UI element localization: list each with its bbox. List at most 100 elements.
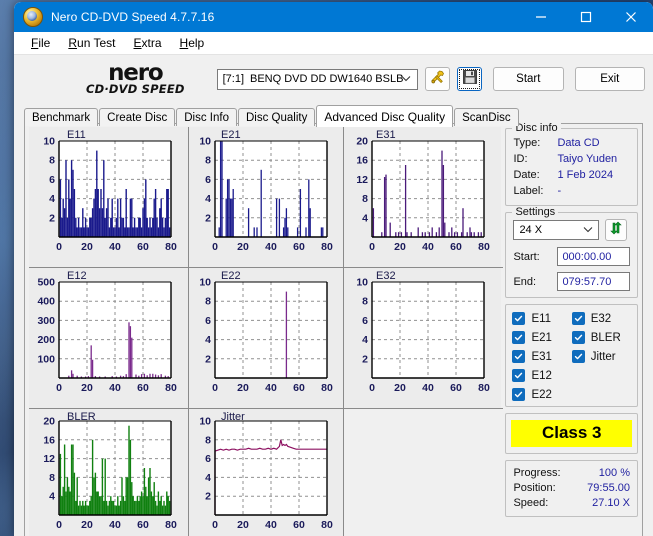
menu-bar: File Run Test Extra Help xyxy=(14,32,653,55)
right-panel: Disc info Type: Data CD ID: Taiyo Yuden … xyxy=(503,122,642,536)
checkbox-e22[interactable]: E22 xyxy=(512,388,571,401)
menu-extra[interactable]: Extra xyxy=(125,34,171,52)
chart-e12-title: E12 xyxy=(67,270,87,282)
svg-text:60: 60 xyxy=(137,519,149,531)
exit-button[interactable]: Exit xyxy=(574,67,645,91)
svg-text:2: 2 xyxy=(205,491,211,503)
check-icon xyxy=(571,331,585,344)
checkbox-e31-label: E31 xyxy=(531,350,552,363)
start-field-label: Start: xyxy=(513,250,540,263)
check-icon xyxy=(512,388,526,401)
chart-jitter-plot: 0 20 40 60 80 2 4 6 8 10 xyxy=(189,409,343,536)
chevron-down-icon xyxy=(583,224,593,236)
svg-text:80: 80 xyxy=(478,241,490,253)
checkbox-jitter[interactable]: Jitter xyxy=(571,350,631,363)
save-button[interactable] xyxy=(457,67,483,91)
svg-text:10: 10 xyxy=(43,136,55,148)
checkbox-e11[interactable]: E11 xyxy=(512,312,571,325)
svg-text:60: 60 xyxy=(137,382,149,394)
checkbox-bler[interactable]: BLER xyxy=(571,331,631,344)
chevron-down-icon xyxy=(401,73,411,85)
svg-text:2: 2 xyxy=(49,212,55,224)
chart-row-1: E11 0 20 40 60 80 2 4 6 8 10 E21 0 20 40 60 80 2 4 6 8 10 … xyxy=(29,127,504,268)
drive-select-combobox[interactable]: [7:1] BENQ DVD DD DW1640 BSLB xyxy=(216,68,419,90)
maximize-icon[interactable] xyxy=(563,2,608,32)
tab-scandisc[interactable]: ScanDisc xyxy=(454,108,519,126)
check-icon xyxy=(512,331,526,344)
svg-text:20: 20 xyxy=(356,136,368,148)
chart-e22-plot: 0 20 40 60 80 2 4 6 8 10 xyxy=(189,268,343,408)
svg-text:60: 60 xyxy=(450,241,462,253)
status-position-value: 79:55.00 xyxy=(587,482,630,494)
menu-help[interactable]: Help xyxy=(171,34,214,52)
chart-bler: BLER 0 20 40 60 80 4 8 12 16 20 xyxy=(29,409,189,536)
tab-benchmark[interactable]: Benchmark xyxy=(24,108,99,126)
chart-e32: E32 0 20 40 60 80 2 4 6 8 10 xyxy=(344,268,501,408)
tab-create-disc[interactable]: Create Disc xyxy=(99,108,176,126)
check-icon xyxy=(571,350,585,363)
end-field-label: End: xyxy=(513,275,537,288)
menu-run-test[interactable]: Run Test xyxy=(59,34,124,52)
checkbox-e21-label: E21 xyxy=(531,331,552,344)
svg-text:20: 20 xyxy=(394,241,406,253)
start-field-input[interactable]: 000:00.00 xyxy=(557,247,630,266)
svg-text:0: 0 xyxy=(56,519,62,531)
speed-combobox[interactable]: 24 X xyxy=(513,220,600,240)
svg-text:8: 8 xyxy=(49,155,55,167)
svg-text:20: 20 xyxy=(237,382,249,394)
disc-info-group: Disc info Type: Data CD ID: Taiyo Yuden … xyxy=(505,122,638,206)
svg-text:60: 60 xyxy=(450,382,462,394)
start-button[interactable]: Start xyxy=(493,67,564,91)
svg-text:12: 12 xyxy=(43,453,55,465)
metrics-checkbox-column-2: E32 BLER Jitter xyxy=(571,312,631,401)
menu-file[interactable]: File xyxy=(22,34,59,52)
checkbox-e21[interactable]: E21 xyxy=(512,331,571,344)
chart-e31-title: E31 xyxy=(376,129,396,141)
nero-logo-wordmark: nero xyxy=(108,59,164,86)
svg-text:4: 4 xyxy=(205,472,211,484)
settings-legend: Settings xyxy=(512,206,559,218)
check-icon xyxy=(512,312,526,325)
window-controls xyxy=(518,2,653,32)
svg-text:4: 4 xyxy=(362,334,368,346)
svg-text:4: 4 xyxy=(362,212,368,224)
chart-e22-title: E22 xyxy=(221,270,241,282)
status-position-row: Position: 79:55.00 xyxy=(513,481,630,496)
check-icon xyxy=(512,350,526,363)
chart-e31-plot: 0 20 40 60 80 4 8 12 16 20 xyxy=(344,127,501,267)
tab-disc-info-label: Disc Info xyxy=(184,111,229,124)
svg-text:20: 20 xyxy=(81,519,93,531)
metrics-checkbox-column-1: E11 E21 E31 E12 E22 xyxy=(512,312,571,401)
chart-e11-title: E11 xyxy=(67,129,86,141)
checkbox-e22-label: E22 xyxy=(531,388,552,401)
svg-text:20: 20 xyxy=(43,416,55,428)
svg-text:80: 80 xyxy=(165,519,177,531)
svg-text:60: 60 xyxy=(137,241,149,253)
checkbox-e11-label: E11 xyxy=(531,312,552,325)
svg-text:0: 0 xyxy=(56,241,62,253)
close-icon[interactable] xyxy=(608,2,653,32)
checkbox-e32[interactable]: E32 xyxy=(571,312,631,325)
svg-text:0: 0 xyxy=(212,241,218,253)
svg-text:40: 40 xyxy=(109,241,121,253)
checkbox-e31[interactable]: E31 xyxy=(512,350,571,363)
svg-text:500: 500 xyxy=(37,277,55,289)
tab-disc-info[interactable]: Disc Info xyxy=(176,108,237,126)
disc-info-date-label: Date: xyxy=(513,169,540,181)
minimize-icon[interactable] xyxy=(518,2,563,32)
tab-disc-quality[interactable]: Disc Quality xyxy=(238,108,316,126)
end-field-input[interactable]: 079:57.70 xyxy=(557,272,630,291)
wrench-tools-icon xyxy=(430,69,446,90)
chart-e11-plot: 0 20 40 60 80 2 4 6 8 10 xyxy=(29,127,188,267)
tab-advanced-disc-quality-label: Advanced Disc Quality xyxy=(324,109,446,124)
menu-run-test-rest: un Test xyxy=(77,36,116,50)
refresh-button[interactable] xyxy=(605,219,628,241)
checkbox-e12[interactable]: E12 xyxy=(512,369,571,382)
svg-text:8: 8 xyxy=(362,296,368,308)
svg-text:10: 10 xyxy=(199,136,211,148)
svg-text:8: 8 xyxy=(205,434,211,446)
tab-advanced-disc-quality[interactable]: Advanced Disc Quality xyxy=(316,105,454,127)
chart-e11: E11 0 20 40 60 80 2 4 6 8 10 xyxy=(29,127,189,267)
svg-text:8: 8 xyxy=(205,155,211,167)
tools-button[interactable] xyxy=(425,67,451,91)
